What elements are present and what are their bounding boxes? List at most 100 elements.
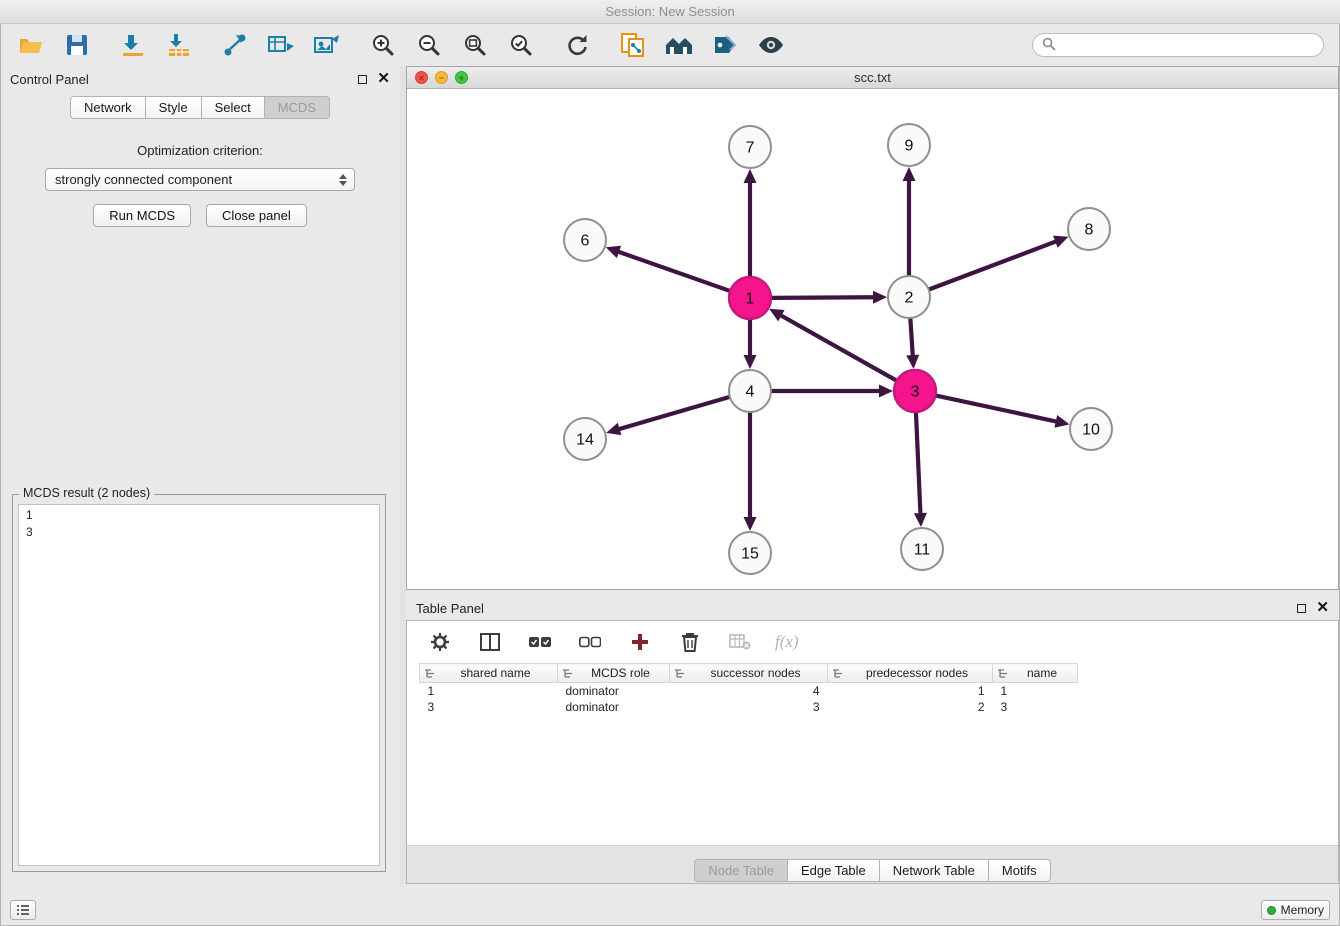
zoom-selected-icon[interactable] xyxy=(506,30,536,60)
memory-status-icon xyxy=(1267,906,1276,915)
table-cell[interactable]: 3 xyxy=(670,699,828,715)
share-network-icon[interactable] xyxy=(220,30,250,60)
import-network-icon[interactable] xyxy=(118,30,148,60)
table-cell[interactable]: 4 xyxy=(670,683,828,699)
create-column-icon[interactable] xyxy=(625,627,655,657)
graph-edge[interactable] xyxy=(620,397,729,429)
graph-edge[interactable] xyxy=(916,413,920,513)
maximize-window-icon[interactable]: + xyxy=(455,71,468,84)
zoom-fit-icon[interactable] xyxy=(460,30,490,60)
tab-motifs[interactable]: Motifs xyxy=(989,859,1051,882)
memory-label: Memory xyxy=(1281,903,1324,917)
column-header-mcds-role[interactable]: MCDS role xyxy=(558,664,670,683)
float-table-panel-icon[interactable] xyxy=(1297,604,1306,613)
table-panel: Table Panel ✕ xyxy=(406,595,1339,884)
table-cell[interactable]: 1 xyxy=(420,683,558,699)
network-table-icon[interactable] xyxy=(266,30,296,60)
save-session-icon[interactable] xyxy=(62,30,92,60)
import-table-icon[interactable] xyxy=(164,30,194,60)
table-cell[interactable]: 1 xyxy=(828,683,993,699)
table-cell[interactable]: 1 xyxy=(993,683,1078,699)
deselect-all-columns-icon[interactable] xyxy=(575,627,605,657)
graph-edge-arrowhead xyxy=(744,169,757,183)
search-input[interactable] xyxy=(1062,37,1314,54)
graph-edge-arrowhead xyxy=(903,167,916,181)
float-panel-icon[interactable] xyxy=(358,75,367,84)
column-sort-icon xyxy=(562,668,573,682)
mcds-result-title: MCDS result (2 nodes) xyxy=(19,486,154,500)
column-sort-icon xyxy=(832,668,843,682)
graph-edge[interactable] xyxy=(772,297,873,298)
tab-network[interactable]: Network xyxy=(70,96,146,119)
column-header-successor-nodes[interactable]: successor nodes xyxy=(670,664,828,683)
run-mcds-button[interactable]: Run MCDS xyxy=(93,204,191,227)
clone-network-icon[interactable] xyxy=(618,30,648,60)
table-settings-gear-icon[interactable] xyxy=(425,627,455,657)
show-columns-icon[interactable] xyxy=(475,627,505,657)
open-session-icon[interactable] xyxy=(16,30,46,60)
graph-edge[interactable] xyxy=(781,316,895,381)
delete-table-icon[interactable] xyxy=(725,627,755,657)
graph-edge[interactable] xyxy=(619,252,729,291)
list-icon xyxy=(16,904,30,916)
control-panel-title: Control Panel xyxy=(10,72,348,87)
graph-node-label: 11 xyxy=(914,542,931,559)
tab-network-table[interactable]: Network Table xyxy=(880,859,989,882)
task-history-button[interactable] xyxy=(10,900,36,920)
table-row[interactable]: 1dominator411 xyxy=(420,683,1078,699)
close-window-icon[interactable]: × xyxy=(415,71,428,84)
window-title: Session: New Session xyxy=(605,4,734,19)
tab-mcds[interactable]: MCDS xyxy=(265,96,330,119)
select-stepper-icon xyxy=(337,174,349,186)
network-window-titlebar: × − + scc.txt xyxy=(407,67,1338,89)
close-panel-icon[interactable]: ✕ xyxy=(377,72,390,86)
optimization-select[interactable]: strongly connected component xyxy=(45,168,355,191)
table-row[interactable]: 3dominator323 xyxy=(420,699,1078,715)
search-box[interactable] xyxy=(1032,33,1324,57)
graph-node-label: 15 xyxy=(741,546,759,563)
graph-node-label: 14 xyxy=(576,432,594,449)
column-header-shared-name[interactable]: shared name xyxy=(420,664,558,683)
graph-edge[interactable] xyxy=(910,319,912,355)
graph-edge[interactable] xyxy=(937,396,1056,422)
select-all-columns-icon[interactable] xyxy=(525,627,555,657)
zoom-in-icon[interactable] xyxy=(368,30,398,60)
table-cell[interactable]: dominator xyxy=(558,683,670,699)
table-cell[interactable]: 2 xyxy=(828,699,993,715)
optimization-select-value: strongly connected component xyxy=(55,172,337,187)
delete-column-icon[interactable] xyxy=(675,627,705,657)
tab-select[interactable]: Select xyxy=(202,96,265,119)
close-table-panel-icon[interactable]: ✕ xyxy=(1316,601,1329,615)
control-panel-header: Control Panel ✕ xyxy=(0,66,400,92)
graph-edge-arrowhead xyxy=(744,517,757,531)
minimize-window-icon[interactable]: − xyxy=(435,71,448,84)
close-panel-button[interactable]: Close panel xyxy=(206,204,307,227)
show-hide-icon[interactable] xyxy=(756,30,786,60)
table-cell[interactable]: 3 xyxy=(420,699,558,715)
graph-edge-arrowhead xyxy=(1053,236,1068,248)
graph-node-label: 4 xyxy=(746,384,755,401)
first-neighbors-icon[interactable] xyxy=(664,30,694,60)
graph-node-label: 10 xyxy=(1082,422,1100,439)
tab-style[interactable]: Style xyxy=(146,96,202,119)
column-header-name[interactable]: name xyxy=(993,664,1078,683)
table-cell[interactable]: dominator xyxy=(558,699,670,715)
memory-button[interactable]: Memory xyxy=(1261,900,1330,920)
function-builder-icon[interactable]: f(x) xyxy=(775,632,799,652)
table-cell[interactable]: 3 xyxy=(993,699,1078,715)
graph-edge[interactable] xyxy=(930,242,1056,290)
table-panel-body: f(x) shared name MCDS role successor nod… xyxy=(406,620,1339,884)
graph-node-label: 7 xyxy=(746,140,755,157)
column-header-predecessor-nodes[interactable]: predecessor nodes xyxy=(828,664,993,683)
zoom-out-icon[interactable] xyxy=(414,30,444,60)
tab-node-table[interactable]: Node Table xyxy=(694,859,788,882)
refresh-icon[interactable] xyxy=(562,30,592,60)
export-image-icon[interactable] xyxy=(312,30,342,60)
set-visual-style-icon[interactable] xyxy=(710,30,740,60)
table-panel-header: Table Panel ✕ xyxy=(406,595,1339,621)
column-sort-icon xyxy=(424,668,435,682)
network-canvas[interactable]: 7968124314101511 xyxy=(407,89,1338,589)
control-panel: Control Panel ✕ Network Style Select MCD… xyxy=(0,66,400,884)
tab-edge-table[interactable]: Edge Table xyxy=(788,859,880,882)
graph-node-label: 6 xyxy=(581,233,590,250)
